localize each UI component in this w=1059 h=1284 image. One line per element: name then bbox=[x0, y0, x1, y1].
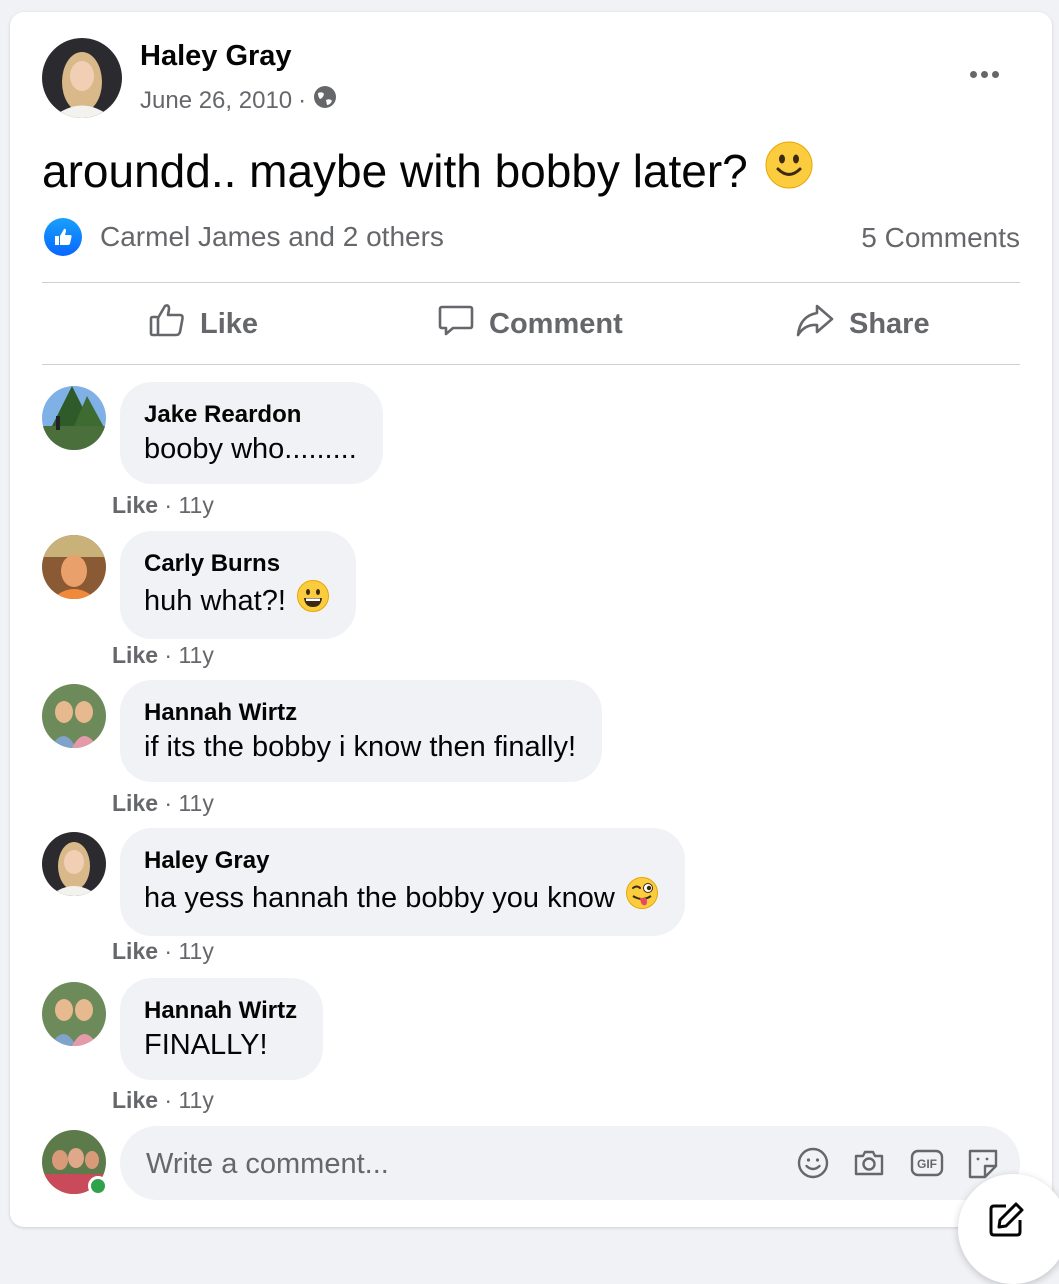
sticker-icon[interactable] bbox=[966, 1146, 1000, 1180]
smile-emoji-icon bbox=[764, 140, 814, 201]
commenter-name[interactable]: Hannah Wirtz bbox=[144, 996, 297, 1026]
post-body: aroundd.. maybe with bobby later? bbox=[42, 144, 748, 197]
author-avatar[interactable] bbox=[42, 38, 122, 118]
comment-body: booby who......... bbox=[144, 433, 357, 465]
comment-label: Comment bbox=[489, 307, 623, 340]
comment-input[interactable] bbox=[144, 1126, 748, 1202]
commenter-avatar[interactable] bbox=[42, 982, 106, 1046]
comment-bubble: Haley Gray ha yess hannah the bobby you … bbox=[120, 828, 685, 936]
compose-icon bbox=[986, 1200, 1026, 1245]
comment-like-button[interactable]: Like bbox=[112, 790, 158, 816]
comment-bubble: Jake Reardon booby who......... bbox=[120, 382, 383, 484]
comment-body: FINALLY! bbox=[144, 1029, 268, 1061]
commenter-name[interactable]: Jake Reardon bbox=[144, 400, 357, 430]
post-date[interactable]: June 26, 2010 bbox=[140, 87, 292, 115]
share-button[interactable]: Share bbox=[795, 302, 930, 346]
post-meta: June 26, 2010 · bbox=[140, 84, 338, 117]
svg-text:GIF: GIF bbox=[917, 1157, 937, 1171]
commenter-name[interactable]: Hannah Wirtz bbox=[144, 698, 576, 728]
comment-icon bbox=[437, 301, 475, 347]
comment-body: huh what?! bbox=[144, 585, 286, 617]
comment-like-button[interactable]: Like bbox=[112, 492, 158, 518]
wink-tongue-emoji-icon bbox=[625, 876, 659, 920]
thumbs-up-icon bbox=[148, 301, 186, 347]
comment-bubble: Hannah Wirtz if its the bobby i know the… bbox=[120, 680, 603, 782]
globe-icon bbox=[312, 84, 338, 117]
share-label: Share bbox=[849, 307, 930, 340]
comment-text: ha yess hannah the bobby you know bbox=[144, 876, 659, 920]
comment-actions: Like · 11y bbox=[112, 938, 214, 965]
commenter-avatar[interactable] bbox=[42, 386, 106, 450]
grin-emoji-icon bbox=[296, 579, 330, 623]
comment-composer: GIF bbox=[120, 1126, 1020, 1202]
like-button[interactable]: Like bbox=[148, 302, 258, 346]
divider bbox=[42, 364, 1020, 365]
commenter-name[interactable]: Carly Burns bbox=[144, 549, 330, 579]
comment-time[interactable]: · 11y bbox=[164, 1087, 213, 1113]
comment-time[interactable]: · 11y bbox=[164, 642, 213, 668]
more-options-button[interactable] bbox=[966, 62, 1002, 86]
comment-like-button[interactable]: Like bbox=[112, 642, 158, 668]
share-icon bbox=[795, 301, 835, 347]
like-badge-icon bbox=[44, 218, 82, 256]
comments-count[interactable]: 5 Comments bbox=[861, 222, 1020, 254]
commenter-avatar[interactable] bbox=[42, 684, 106, 748]
comment-like-button[interactable]: Like bbox=[112, 938, 158, 964]
meta-separator: · bbox=[298, 86, 307, 114]
commenter-avatar[interactable] bbox=[42, 535, 106, 599]
comment-text: if its the bobby i know then finally! bbox=[144, 728, 576, 766]
more-icon bbox=[969, 70, 977, 78]
online-status-dot bbox=[88, 1176, 108, 1196]
comment-body: if its the bobby i know then finally! bbox=[144, 731, 577, 763]
comment-text: huh what?! bbox=[144, 579, 330, 623]
comment-body: ha yess hannah the bobby you know bbox=[144, 882, 615, 914]
like-label: Like bbox=[200, 307, 259, 340]
reactions-summary[interactable]: Carmel James and 2 others bbox=[44, 218, 444, 256]
commenter-name[interactable]: Haley Gray bbox=[144, 846, 659, 876]
comment-text: booby who......... bbox=[144, 430, 357, 468]
comment-actions: Like · 11y bbox=[112, 790, 214, 817]
comment-bubble: Carly Burns huh what?! bbox=[120, 531, 356, 639]
commenter-avatar[interactable] bbox=[42, 832, 106, 896]
comment-bubble: Hannah Wirtz FINALLY! bbox=[120, 978, 324, 1080]
emoji-picker-icon[interactable] bbox=[796, 1146, 830, 1180]
post-card: Haley Gray June 26, 2010 · aroundd.. may… bbox=[10, 12, 1059, 1284]
comment-time[interactable]: · 11y bbox=[164, 790, 213, 816]
comment-time[interactable]: · 11y bbox=[164, 492, 213, 518]
post-text: aroundd.. maybe with bobby later? bbox=[42, 140, 814, 201]
reactions-text: Carmel James and 2 others bbox=[100, 221, 444, 252]
author-name[interactable]: Haley Gray bbox=[140, 40, 292, 73]
comment-like-button[interactable]: Like bbox=[112, 1087, 158, 1113]
comment-text: FINALLY! bbox=[144, 1026, 297, 1064]
comment-actions: Like · 11y bbox=[112, 642, 214, 669]
comment-actions: Like · 11y bbox=[112, 492, 214, 519]
camera-icon[interactable] bbox=[852, 1146, 886, 1180]
comment-actions: Like · 11y bbox=[112, 1087, 214, 1114]
new-message-button[interactable] bbox=[958, 1174, 1059, 1284]
comment-button[interactable]: Comment bbox=[437, 302, 623, 346]
divider bbox=[42, 282, 1020, 283]
comment-time[interactable]: · 11y bbox=[164, 938, 213, 964]
gif-icon[interactable]: GIF bbox=[910, 1146, 944, 1180]
